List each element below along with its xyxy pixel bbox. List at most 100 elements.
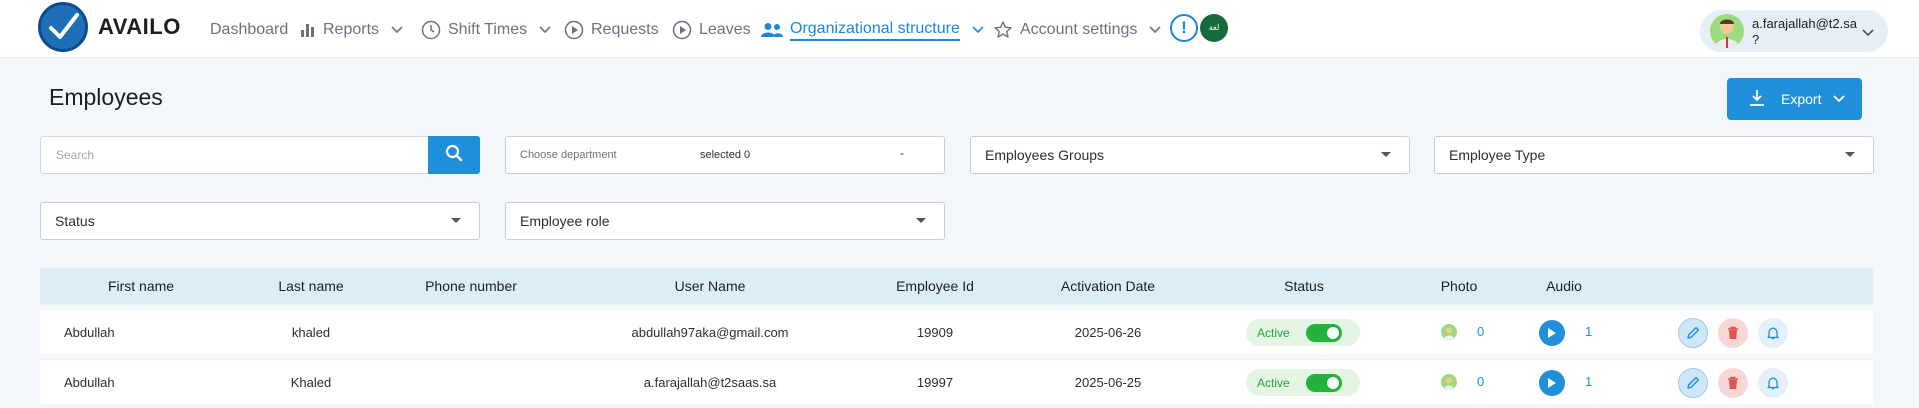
nav-account-settings-label: Account settings (1020, 21, 1138, 38)
logo-check-icon (38, 2, 88, 52)
audio-count[interactable]: 1 (1585, 324, 1592, 339)
cell-last-name: khaled (291, 325, 331, 340)
department-dash: - (900, 146, 904, 160)
search-input[interactable] (40, 136, 428, 174)
play-circle-icon (672, 20, 692, 40)
status-select[interactable]: Status (40, 202, 480, 240)
photo-avatar-icon[interactable] (1441, 324, 1457, 340)
clock-icon (421, 20, 441, 40)
chevron-down-icon (972, 26, 984, 34)
cell-last-name: Khaled (290, 375, 332, 390)
star-icon (993, 20, 1013, 40)
cell-user-name: abdullah97aka@gmail.com (631, 325, 789, 340)
department-select[interactable]: Choose department selected 0 - (505, 136, 945, 174)
edit-pencil-icon[interactable] (1678, 368, 1708, 398)
audio-count[interactable]: 1 (1585, 374, 1592, 389)
column-header-activation-date[interactable]: Activation Date (1061, 278, 1155, 294)
caret-down-icon (451, 218, 461, 223)
column-header-first-name[interactable]: First name (108, 278, 174, 294)
export-button[interactable]: Export (1727, 78, 1862, 120)
nav-leaves-label: Leaves (699, 21, 751, 38)
user-email: a.farajallah@t2.sa (1752, 16, 1857, 31)
bell-icon[interactable] (1758, 318, 1788, 348)
play-icon[interactable] (1539, 320, 1565, 346)
edit-pencil-icon[interactable] (1678, 318, 1708, 348)
cell-employee-id: 19909 (916, 325, 954, 340)
employee-type-select[interactable]: Employee Type (1434, 136, 1874, 174)
employee-type-label: Employee Type (1449, 147, 1546, 163)
nav-organizational-structure-label: Organizational structure (790, 20, 960, 41)
chevron-down-icon (1833, 95, 1846, 103)
delete-trash-icon[interactable] (1718, 368, 1748, 398)
bell-icon[interactable] (1758, 368, 1788, 398)
search-icon (445, 144, 463, 167)
nav-reports[interactable]: Reports (300, 18, 403, 42)
top-navbar: AVAILO Dashboard Reports Shift Times Req… (0, 0, 1919, 58)
table-row[interactable]: Abdullah Khaled a.farajallah@t2saas.sa 1… (40, 360, 1873, 404)
search-bar (40, 136, 480, 174)
user-menu[interactable]: a.farajallah@t2.sa ? (1700, 10, 1888, 52)
cell-first-name: Abdullah (64, 325, 115, 340)
page-title: Employees (49, 84, 163, 110)
nav-dashboard-label: Dashboard (210, 21, 289, 38)
language-flag-icon[interactable]: لغة (1200, 14, 1228, 42)
department-placeholder: Choose department (520, 149, 617, 161)
column-header-last-name[interactable]: Last name (278, 278, 343, 294)
cell-user-name: a.farajallah@t2saas.sa (643, 375, 777, 390)
alert-icon[interactable]: ! (1170, 14, 1198, 42)
department-selected-count: selected 0 (700, 149, 751, 161)
nav-account-settings[interactable]: Account settings (993, 18, 1161, 42)
app-name: AVAILO (98, 14, 181, 39)
nav-requests-label: Requests (591, 21, 659, 38)
status-toggle[interactable] (1306, 374, 1342, 392)
play-circle-icon (564, 20, 584, 40)
photo-count[interactable]: 0 (1477, 374, 1484, 389)
nav-dashboard[interactable]: Dashboard (210, 18, 288, 42)
cell-activation-date: 2025-06-26 (1074, 325, 1142, 340)
avatar (1710, 14, 1744, 48)
export-label: Export (1781, 91, 1822, 107)
delete-trash-icon[interactable] (1718, 318, 1748, 348)
photo-avatar-icon[interactable] (1441, 374, 1457, 390)
column-header-user-name[interactable]: User Name (675, 278, 746, 294)
nav-reports-label: Reports (323, 21, 380, 38)
status-toggle[interactable] (1306, 324, 1342, 342)
table-row[interactable]: Abdullah khaled abdullah97aka@gmail.com … (40, 310, 1873, 354)
nav-shift-times-label: Shift Times (448, 21, 528, 38)
employee-role-label: Employee role (520, 213, 610, 229)
status-badge: Active (1246, 369, 1360, 396)
column-header-audio[interactable]: Audio (1546, 278, 1582, 294)
status-label: Status (55, 213, 95, 229)
caret-down-icon (1845, 152, 1855, 157)
employees-groups-label: Employees Groups (985, 147, 1105, 163)
people-icon (761, 22, 783, 38)
cell-employee-id: 19997 (916, 375, 954, 390)
status-badge: Active (1246, 319, 1360, 346)
employee-role-select[interactable]: Employee role (505, 202, 945, 240)
caret-down-icon (1381, 152, 1391, 157)
chevron-down-icon (539, 26, 551, 34)
chevron-down-icon (391, 26, 403, 34)
bar-chart-icon (300, 22, 316, 38)
chevron-down-icon (1862, 24, 1874, 42)
photo-count[interactable]: 0 (1477, 324, 1484, 339)
employees-groups-select[interactable]: Employees Groups (970, 136, 1410, 174)
column-header-employee-id[interactable]: Employee Id (896, 278, 974, 294)
status-text: Active (1257, 376, 1290, 390)
app-logo[interactable]: AVAILO (38, 2, 181, 52)
nav-organizational-structure[interactable]: Organizational structure (761, 18, 984, 42)
caret-down-icon (916, 218, 926, 223)
table-header: First name Last name Phone number User N… (40, 268, 1873, 304)
column-header-photo[interactable]: Photo (1441, 278, 1478, 294)
play-icon[interactable] (1539, 370, 1565, 396)
column-header-status[interactable]: Status (1284, 278, 1324, 294)
nav-requests[interactable]: Requests (564, 18, 659, 42)
search-button[interactable] (428, 136, 480, 174)
download-icon (1749, 89, 1765, 110)
column-header-phone-number[interactable]: Phone number (425, 278, 517, 294)
cell-activation-date: 2025-06-25 (1074, 375, 1142, 390)
chevron-down-icon (1149, 26, 1161, 34)
user-subtitle: ? (1752, 32, 1760, 47)
nav-leaves[interactable]: Leaves (672, 18, 751, 42)
nav-shift-times[interactable]: Shift Times (421, 18, 551, 42)
